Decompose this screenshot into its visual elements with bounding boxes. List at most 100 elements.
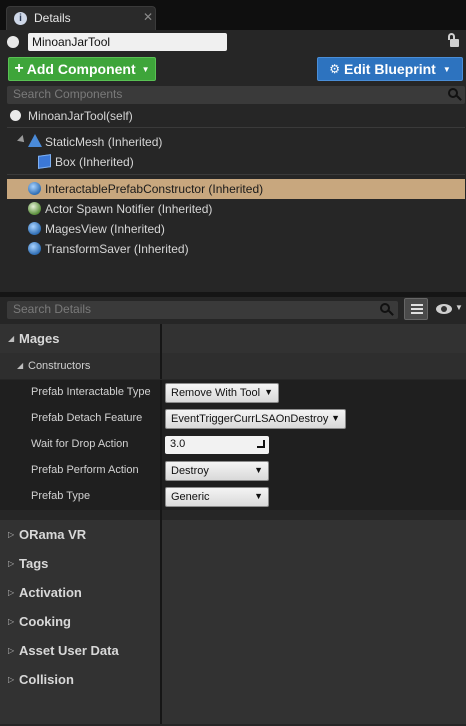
component-icon	[28, 222, 41, 235]
chevron-down-icon: ▼	[254, 491, 263, 501]
chevron-down-icon: ▼	[442, 64, 451, 74]
edit-blueprint-button[interactable]: ⚙ Edit Blueprint ▼	[317, 57, 463, 81]
component-row-transformsaver[interactable]: TransformSaver (Inherited)	[0, 239, 466, 259]
actor-row: MinoanJarTool	[0, 30, 466, 54]
dropdown-value: Remove With Tool	[171, 387, 261, 399]
wait-for-drop-field[interactable]: 3.0	[165, 436, 269, 454]
component-icon	[28, 182, 41, 195]
tab-bar: i Details ✕	[0, 0, 466, 30]
field-value: 3.0	[170, 438, 186, 450]
chevron-down-icon: ▼	[455, 303, 463, 312]
component-row-spawn-notifier[interactable]: Actor Spawn Notifier (Inherited)	[0, 199, 466, 219]
expand-arrow-icon: ▷	[8, 646, 15, 655]
expand-arrow-icon: ▷	[8, 588, 15, 597]
category-activation[interactable]: ▷ Activation	[0, 578, 466, 607]
property-grid: ◢ Mages ◢ Constructors Prefab Interactab…	[0, 324, 466, 726]
category-label: Collision	[19, 672, 74, 687]
property-row: Wait for Drop Action 3.0	[0, 432, 466, 458]
divider	[7, 174, 465, 175]
property-name: Prefab Interactable Type	[31, 386, 151, 398]
static-mesh-icon	[28, 134, 42, 148]
component-label: MinoanJarTool(self)	[28, 109, 133, 123]
view-options-button[interactable]: ▼	[433, 298, 465, 320]
component-label: TransformSaver (Inherited)	[45, 242, 189, 256]
box-icon	[38, 154, 51, 169]
component-row-box[interactable]: Box (Inherited)	[0, 152, 466, 172]
property-row: Prefab Interactable Type Remove With Too…	[0, 380, 466, 406]
category-label: Activation	[19, 585, 82, 600]
search-details-input[interactable]: Search Details	[7, 301, 398, 319]
component-icon	[28, 242, 41, 255]
expand-arrow-icon: ◢	[17, 361, 24, 370]
component-row-magesview[interactable]: MagesView (Inherited)	[0, 219, 466, 239]
component-label: StaticMesh (Inherited)	[45, 135, 163, 149]
search-icon	[448, 88, 462, 102]
component-icon	[28, 202, 41, 215]
tab-title: Details	[34, 11, 71, 25]
component-row-self[interactable]: MinoanJarTool(self)	[0, 106, 466, 126]
chevron-down-icon: ▼	[264, 387, 273, 397]
category-label: Cooking	[19, 614, 71, 629]
prefab-type-dropdown[interactable]: Generic ▼	[165, 487, 269, 507]
expand-arrow-icon: ◢	[8, 334, 15, 343]
dropdown-value: EventTriggerCurrLSAOnDestroy	[171, 413, 329, 425]
chevron-down-icon: ▼	[254, 465, 263, 475]
property-name: Wait for Drop Action	[31, 438, 129, 450]
component-label: Actor Spawn Notifier (Inherited)	[45, 202, 213, 216]
dropdown-value: Generic	[171, 491, 210, 503]
details-panel: MinoanJarTool + Add Component ▼ ⚙ Edit B…	[0, 30, 466, 726]
property-row: Prefab Type Generic ▼	[0, 484, 466, 510]
category-label: Tags	[19, 556, 49, 571]
detach-feature-dropdown[interactable]: EventTriggerCurrLSAOnDestroy ▼	[165, 409, 346, 429]
info-icon: i	[14, 12, 27, 25]
category-constructors[interactable]: ◢ Constructors	[0, 353, 466, 379]
actor-name-field[interactable]: MinoanJarTool	[28, 33, 227, 51]
divider	[7, 127, 465, 128]
expand-arrow-icon[interactable]	[17, 135, 27, 145]
category-collision[interactable]: ▷ Collision	[0, 665, 466, 694]
property-name: Prefab Detach Feature	[31, 412, 143, 424]
category-label: ORama VR	[19, 527, 87, 542]
subcategory-label: Constructors	[28, 360, 91, 372]
perform-action-dropdown[interactable]: Destroy ▼	[165, 461, 269, 481]
expand-arrow-icon: ▷	[8, 530, 15, 539]
property-matrix-button[interactable]	[404, 298, 428, 320]
component-label: MagesView (Inherited)	[45, 222, 165, 236]
property-row: Prefab Perform Action Destroy ▼	[0, 458, 466, 484]
category-cooking[interactable]: ▷ Cooking	[0, 607, 466, 636]
add-component-label: Add Component	[26, 61, 136, 77]
tab-details[interactable]: i Details ✕	[6, 6, 156, 30]
expand-arrow-icon: ▷	[8, 617, 15, 626]
category-tags[interactable]: ▷ Tags	[0, 549, 466, 578]
component-row-staticmesh[interactable]: StaticMesh (Inherited)	[0, 132, 466, 152]
chevron-down-icon: ▼	[141, 64, 150, 74]
category-label: Asset User Data	[19, 643, 119, 658]
close-tab-button[interactable]: ✕	[143, 10, 153, 24]
component-label: Box (Inherited)	[55, 155, 134, 169]
category-orama-vr[interactable]: ▷ ORama VR	[0, 520, 466, 549]
expand-arrow-icon: ▷	[8, 675, 15, 684]
add-component-button[interactable]: + Add Component ▼	[8, 57, 156, 81]
component-label: InteractablePrefabConstructor (Inherited…	[45, 182, 264, 196]
drag-handle-icon[interactable]	[257, 440, 265, 448]
component-row-selected[interactable]: InteractablePrefabConstructor (Inherited…	[7, 179, 465, 199]
expand-arrow-icon: ▷	[8, 559, 15, 568]
plus-icon: +	[14, 60, 24, 77]
interactable-type-dropdown[interactable]: Remove With Tool ▼	[165, 383, 279, 403]
category-asset-user-data[interactable]: ▷ Asset User Data	[0, 636, 466, 665]
details-search-bar: Search Details ▼	[0, 297, 466, 323]
spacer	[0, 510, 466, 520]
dropdown-value: Destroy	[171, 465, 209, 477]
search-components-input[interactable]: Search Components	[7, 86, 465, 104]
property-row: Prefab Detach Feature EventTriggerCurrLS…	[0, 406, 466, 432]
category-label: Mages	[19, 331, 60, 346]
property-name: Prefab Type	[31, 490, 91, 502]
actor-icon	[7, 36, 19, 48]
category-mages[interactable]: ◢ Mages	[0, 324, 466, 353]
search-icon	[380, 303, 394, 317]
empty-area	[0, 694, 466, 724]
property-name: Prefab Perform Action	[31, 464, 139, 476]
chevron-down-icon: ▼	[331, 413, 340, 423]
gear-icon: ⚙	[329, 62, 341, 76]
lock-icon[interactable]	[448, 33, 460, 47]
